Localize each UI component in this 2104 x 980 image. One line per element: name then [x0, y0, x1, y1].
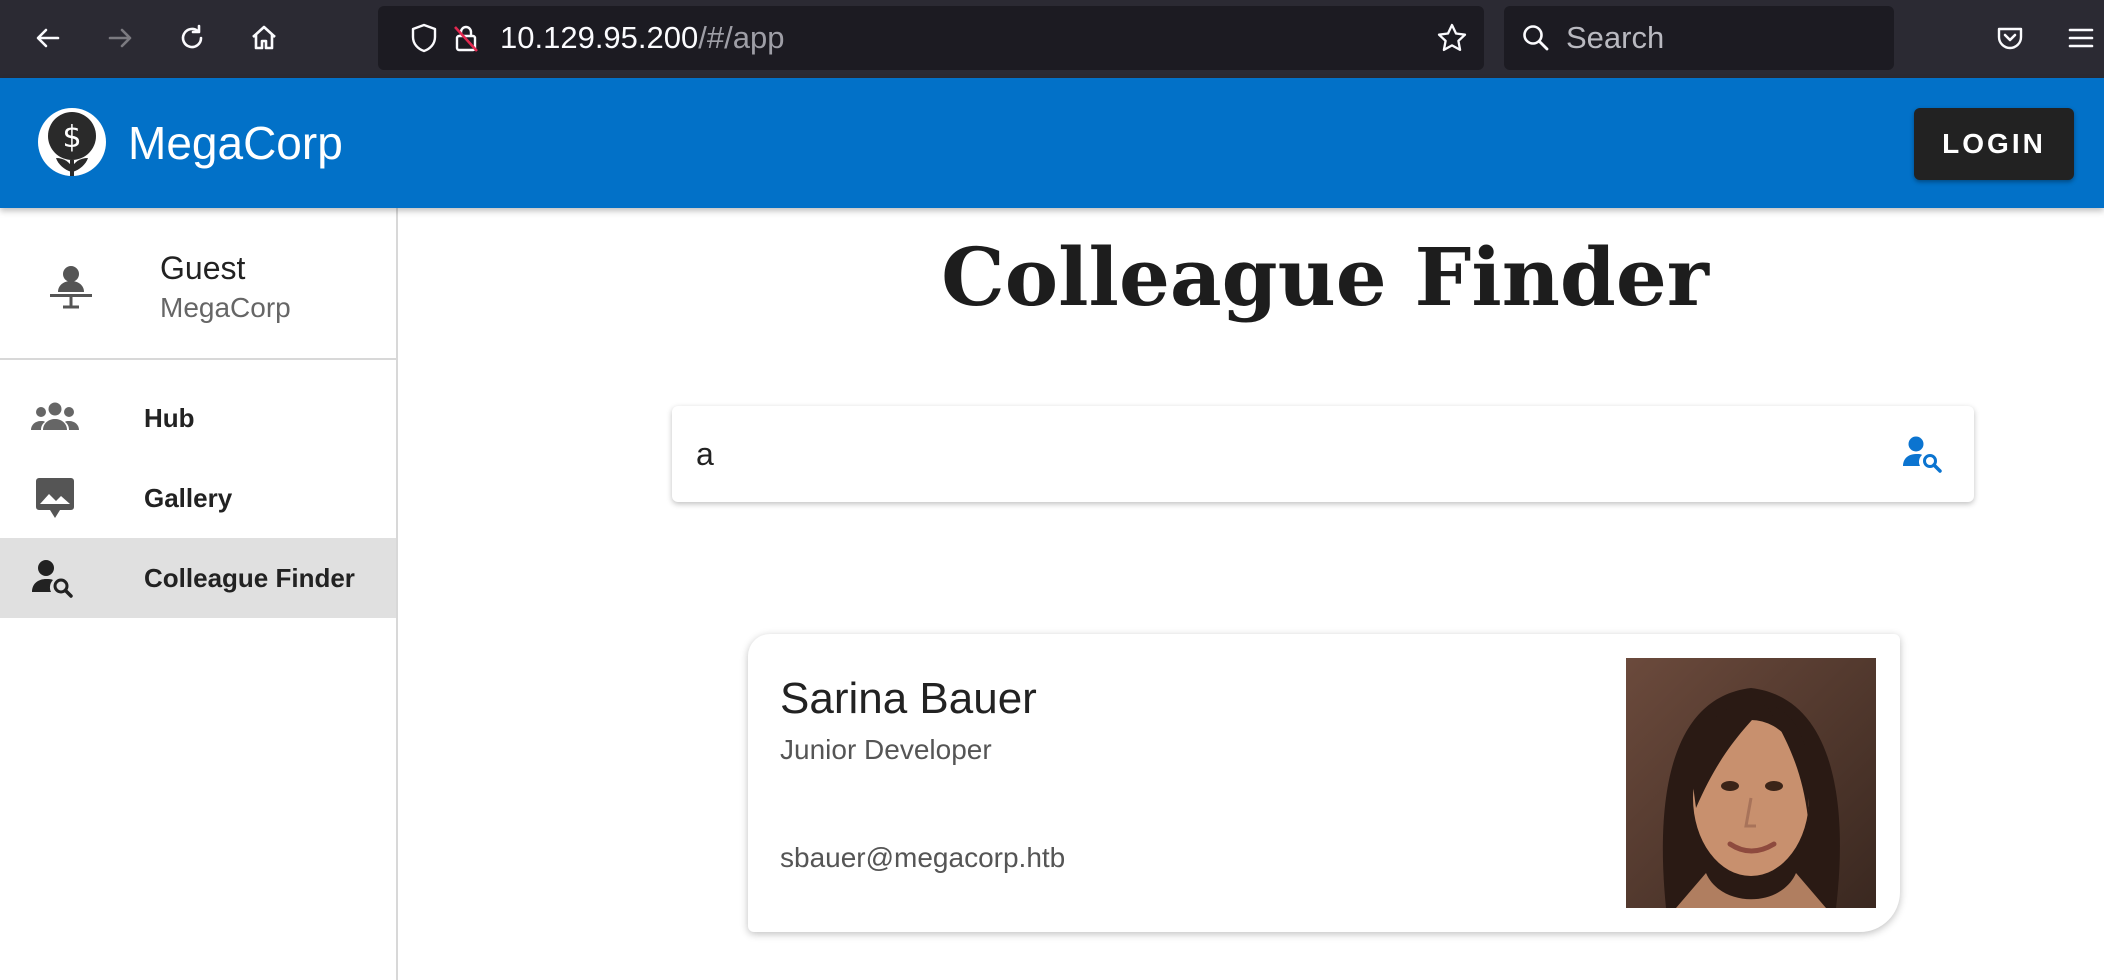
- sidebar-item-gallery[interactable]: Gallery: [0, 458, 396, 538]
- image-icon: [36, 478, 74, 518]
- sidebar-item-label: Colleague Finder: [144, 563, 355, 593]
- person-search-icon[interactable]: [1902, 434, 1946, 474]
- reload-icon: [181, 24, 203, 49]
- sidebar-item-label: Gallery: [144, 483, 233, 513]
- user-profile: Guest MegaCorp: [0, 208, 396, 360]
- url-bar[interactable]: 10.129.95.200/#/app: [378, 6, 1484, 70]
- user-name: Guest: [160, 250, 246, 286]
- app-menu-button[interactable]: [2058, 14, 2104, 62]
- hamburger-menu-icon: [2068, 28, 2094, 48]
- browser-search-field[interactable]: Search: [1504, 6, 1894, 70]
- brand-name: MegaCorp: [128, 117, 343, 169]
- colleague-photo: [1626, 658, 1876, 908]
- browser-toolbar: 10.129.95.200/#/app Search: [0, 0, 2104, 78]
- arrow-left-icon: [36, 28, 60, 48]
- person-search-icon: [32, 560, 73, 598]
- app-header: $ MegaCorp LOGIN: [0, 78, 2104, 208]
- login-button[interactable]: LOGIN: [1914, 108, 2074, 180]
- url-text: 10.129.95.200/#/app: [500, 20, 785, 55]
- colleague-result-card[interactable]: Sarina Bauer Junior Developer sbauer@meg…: [748, 634, 1900, 932]
- colleague-role: Junior Developer: [780, 734, 992, 765]
- search-placeholder: Search: [1566, 20, 1665, 55]
- pocket-icon: [1997, 27, 2023, 50]
- colleague-search-bar: [672, 406, 1974, 502]
- colleague-search-input[interactable]: [696, 424, 1856, 484]
- colleague-name: Sarina Bauer: [780, 674, 1037, 723]
- page-title: Colleague Finder: [941, 230, 1709, 324]
- sidebar-item-label: Hub: [144, 403, 195, 433]
- sidebar-item-colleague-finder[interactable]: Colleague Finder: [0, 538, 396, 618]
- back-button[interactable]: [24, 14, 72, 62]
- search-icon: [1523, 25, 1549, 51]
- group-icon: [31, 402, 79, 430]
- sidebar: Guest MegaCorp Hub Gallery Colleague Fin…: [0, 208, 398, 980]
- user-org: MegaCorp: [160, 292, 291, 323]
- home-button[interactable]: [240, 14, 288, 62]
- pocket-button[interactable]: [1986, 14, 2034, 62]
- bookmark-star-icon[interactable]: [1436, 22, 1468, 54]
- forward-button[interactable]: [96, 14, 144, 62]
- reload-button[interactable]: [168, 14, 216, 62]
- insecure-lock-icon[interactable]: [450, 22, 482, 54]
- sidebar-item-hub[interactable]: Hub: [0, 378, 396, 458]
- svg-text:$: $: [62, 120, 81, 155]
- guest-user-icon: [50, 266, 92, 309]
- arrow-right-icon: [108, 28, 132, 48]
- shield-icon[interactable]: [408, 22, 440, 54]
- colleague-email: sbauer@megacorp.htb: [780, 842, 1066, 873]
- megacorp-logo: $: [38, 108, 106, 176]
- home-icon: [252, 25, 276, 50]
